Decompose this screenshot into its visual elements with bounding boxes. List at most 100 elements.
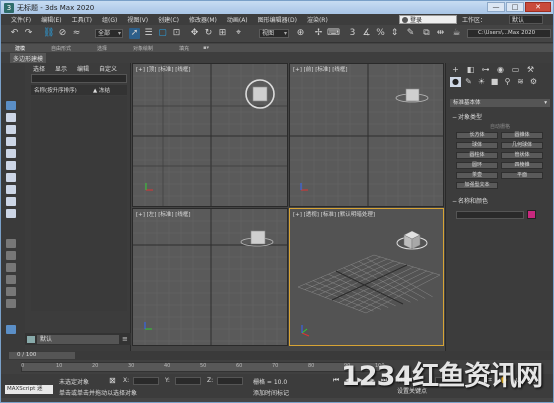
redo-icon[interactable]: ↷ bbox=[23, 28, 34, 39]
box-button[interactable]: 长方体 bbox=[456, 132, 498, 139]
create-tab-icon[interactable]: + bbox=[450, 65, 461, 75]
spinner-snap-icon[interactable]: ⇕ bbox=[389, 28, 400, 39]
display-none-icon[interactable] bbox=[6, 101, 16, 110]
se-menu-display[interactable]: 显示 bbox=[50, 64, 72, 73]
lock-selection-icon[interactable]: ⊠ bbox=[109, 376, 116, 385]
add-time-tag-label[interactable]: 添加时间标记 bbox=[253, 388, 289, 397]
filter-icon[interactable] bbox=[6, 275, 16, 284]
viewport-left-label[interactable]: [+] [左] [标准] [线框] bbox=[136, 210, 191, 218]
display-helpers-icon[interactable] bbox=[6, 161, 16, 170]
viewport-top[interactable]: [+] [顶] [标准] [线框] bbox=[132, 63, 288, 207]
select-manipulate-icon[interactable]: ✢ bbox=[313, 28, 324, 39]
utilities-tab-icon[interactable]: ⚒ bbox=[525, 65, 536, 75]
pyramid-button[interactable]: 四棱锥 bbox=[501, 162, 543, 169]
render-icon[interactable]: ☕ bbox=[451, 28, 462, 39]
teapot-button[interactable]: 茶壶 bbox=[456, 172, 498, 179]
display-cameras-icon[interactable] bbox=[6, 149, 16, 158]
unlink-icon[interactable]: ⊘ bbox=[57, 28, 68, 39]
viewport-front[interactable]: [+] [前] [标准] [线框] bbox=[289, 63, 444, 207]
menu-animation[interactable]: 动画(A) bbox=[222, 15, 253, 24]
geosphere-button[interactable]: 几何球体 bbox=[501, 142, 543, 149]
spacewarps-icon[interactable]: ≋ bbox=[515, 77, 526, 87]
shapes-icon[interactable]: ✎ bbox=[463, 77, 474, 87]
menu-rendering[interactable]: 渲染(R) bbox=[302, 15, 333, 24]
bind-spacewarp-icon[interactable]: ≈ bbox=[71, 28, 82, 39]
object-color-swatch[interactable] bbox=[527, 210, 536, 219]
keyboard-shortcut-icon[interactable]: ⌨ bbox=[327, 28, 340, 39]
window-crossing-icon[interactable]: ⊡ bbox=[171, 28, 182, 39]
workspace-select[interactable]: 默认 bbox=[509, 15, 543, 24]
menu-graph-editors[interactable]: 图形编辑器(D) bbox=[253, 15, 302, 24]
ribbon-tab-freeform[interactable]: 自由形式 bbox=[37, 45, 83, 52]
sphere-button[interactable]: 球体 bbox=[456, 142, 498, 149]
display-bones-icon[interactable] bbox=[6, 209, 16, 218]
minimize-button[interactable]: — bbox=[487, 2, 505, 12]
motion-tab-icon[interactable]: ◉ bbox=[495, 65, 506, 75]
scene-search-input[interactable] bbox=[31, 74, 127, 83]
display-groups-icon[interactable] bbox=[6, 185, 16, 194]
viewport-left[interactable]: [+] [左] [标准] [线框] bbox=[132, 208, 288, 346]
menu-modifiers[interactable]: 修改器(M) bbox=[184, 15, 222, 24]
viewport-perspective-label[interactable]: [+] [透视] [标准] [默认明暗处理] bbox=[293, 210, 375, 218]
cone-button[interactable]: 圆锥体 bbox=[501, 132, 543, 139]
maximize-button[interactable]: □ bbox=[506, 2, 524, 12]
close-button[interactable]: ✕ bbox=[525, 2, 551, 12]
login-button[interactable]: 登录 bbox=[399, 15, 457, 24]
scene-object-list[interactable] bbox=[31, 96, 127, 311]
select-by-name-icon[interactable]: ☰ bbox=[143, 28, 154, 39]
maxscript-listener[interactable]: MAXScript 迷 bbox=[5, 385, 53, 394]
object-category-select[interactable]: 标准基本体 bbox=[450, 99, 550, 107]
project-path-field[interactable]: C:\Users\...Max 2020 bbox=[467, 29, 551, 38]
helpers-icon[interactable]: ⚲ bbox=[502, 77, 513, 87]
selection-filter-select[interactable]: 全部 bbox=[95, 29, 123, 38]
menu-edit[interactable]: 编辑(E) bbox=[36, 15, 66, 24]
menu-group[interactable]: 组(G) bbox=[97, 15, 122, 24]
rotate-icon[interactable]: ↻ bbox=[203, 28, 214, 39]
modify-tab-icon[interactable]: ◧ bbox=[465, 65, 476, 75]
auto-grid-checkbox[interactable]: 自动栅格 bbox=[450, 123, 550, 130]
percent-snap-icon[interactable]: % bbox=[375, 28, 386, 39]
menu-create[interactable]: 创建(C) bbox=[153, 15, 184, 24]
named-selection-icon[interactable]: ✎ bbox=[405, 28, 416, 39]
tube-button[interactable]: 管状体 bbox=[501, 152, 543, 159]
display-spacewarps-icon[interactable] bbox=[6, 173, 16, 182]
mirror-icon[interactable]: ⧉ bbox=[421, 28, 432, 39]
display-xrefs-icon[interactable] bbox=[6, 197, 16, 206]
column-name-header[interactable]: 名称(按升序排序) bbox=[31, 86, 93, 94]
menu-file[interactable]: 文件(F) bbox=[1, 15, 36, 24]
se-menu-select[interactable]: 选择 bbox=[25, 64, 50, 73]
hierarchy-tab-icon[interactable]: ⊶ bbox=[480, 65, 491, 75]
display-shapes-icon[interactable] bbox=[6, 125, 16, 134]
frame-indicator[interactable]: 0 / 100 bbox=[9, 352, 75, 359]
placement-icon[interactable]: ⌖ bbox=[233, 28, 244, 39]
x-coord-field[interactable] bbox=[133, 377, 159, 385]
display-tab-icon[interactable]: ▭ bbox=[510, 65, 521, 75]
name-color-rollout[interactable]: 名称和颜色 bbox=[450, 197, 550, 206]
torus-button[interactable]: 圆环 bbox=[456, 162, 498, 169]
layer-stack-icon[interactable]: ≡ bbox=[122, 335, 129, 343]
cylinder-button[interactable]: 圆柱体 bbox=[456, 152, 498, 159]
display-children-icon[interactable] bbox=[6, 251, 16, 260]
display-geometry-icon[interactable] bbox=[6, 113, 16, 122]
display-lights-icon[interactable] bbox=[6, 137, 16, 146]
y-coord-field[interactable] bbox=[175, 377, 201, 385]
angle-snap-icon[interactable]: ∡ bbox=[361, 28, 372, 39]
time-slider[interactable]: 0 / 100 bbox=[1, 351, 553, 360]
column-freeze-header[interactable]: ▲ 冻结 bbox=[93, 86, 110, 94]
ribbon-tab-selection[interactable]: 选择 bbox=[83, 45, 119, 52]
geometry-icon[interactable]: ● bbox=[450, 77, 461, 87]
ribbon-options-icon[interactable]: ▪▾ bbox=[201, 45, 221, 51]
find-icon[interactable] bbox=[6, 287, 16, 296]
reference-coord-select[interactable]: 视图 bbox=[259, 29, 289, 38]
scale-icon[interactable]: ⊞ bbox=[217, 28, 228, 39]
se-menu-customize[interactable]: 自定义 bbox=[94, 64, 122, 73]
ribbon-tab-modeling[interactable]: 建模 bbox=[1, 45, 37, 52]
textplus-button[interactable]: 加强型文本 bbox=[456, 182, 498, 189]
se-menu-edit[interactable]: 编辑 bbox=[72, 64, 94, 73]
display-influences-icon[interactable] bbox=[6, 263, 16, 272]
layer-icon[interactable] bbox=[6, 299, 16, 308]
current-layer-select[interactable]: 默认 bbox=[37, 335, 119, 344]
plane-button[interactable]: 平面 bbox=[501, 172, 543, 179]
ribbon-tab-object-paint[interactable]: 对象绘制 bbox=[119, 45, 165, 52]
display-all-icon[interactable] bbox=[6, 239, 16, 248]
